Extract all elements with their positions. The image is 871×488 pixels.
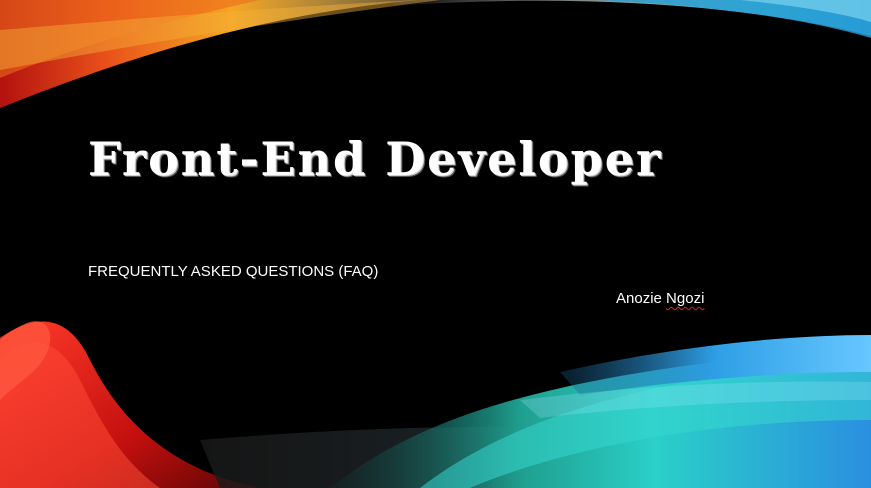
author-last-name-spellcheck: Ngozi [666, 290, 705, 307]
slide-subtitle: FREQUENTLY ASKED QUESTIONS (FAQ) [88, 263, 379, 280]
author-first-name: Anozie [616, 290, 662, 307]
slide-title: Front-End Developer [87, 132, 663, 187]
swoosh-background [0, 0, 871, 488]
slide: Front-End Developer FREQUENTLY ASKED QUE… [0, 0, 871, 488]
author-name: Anozie Ngozi [616, 289, 704, 309]
